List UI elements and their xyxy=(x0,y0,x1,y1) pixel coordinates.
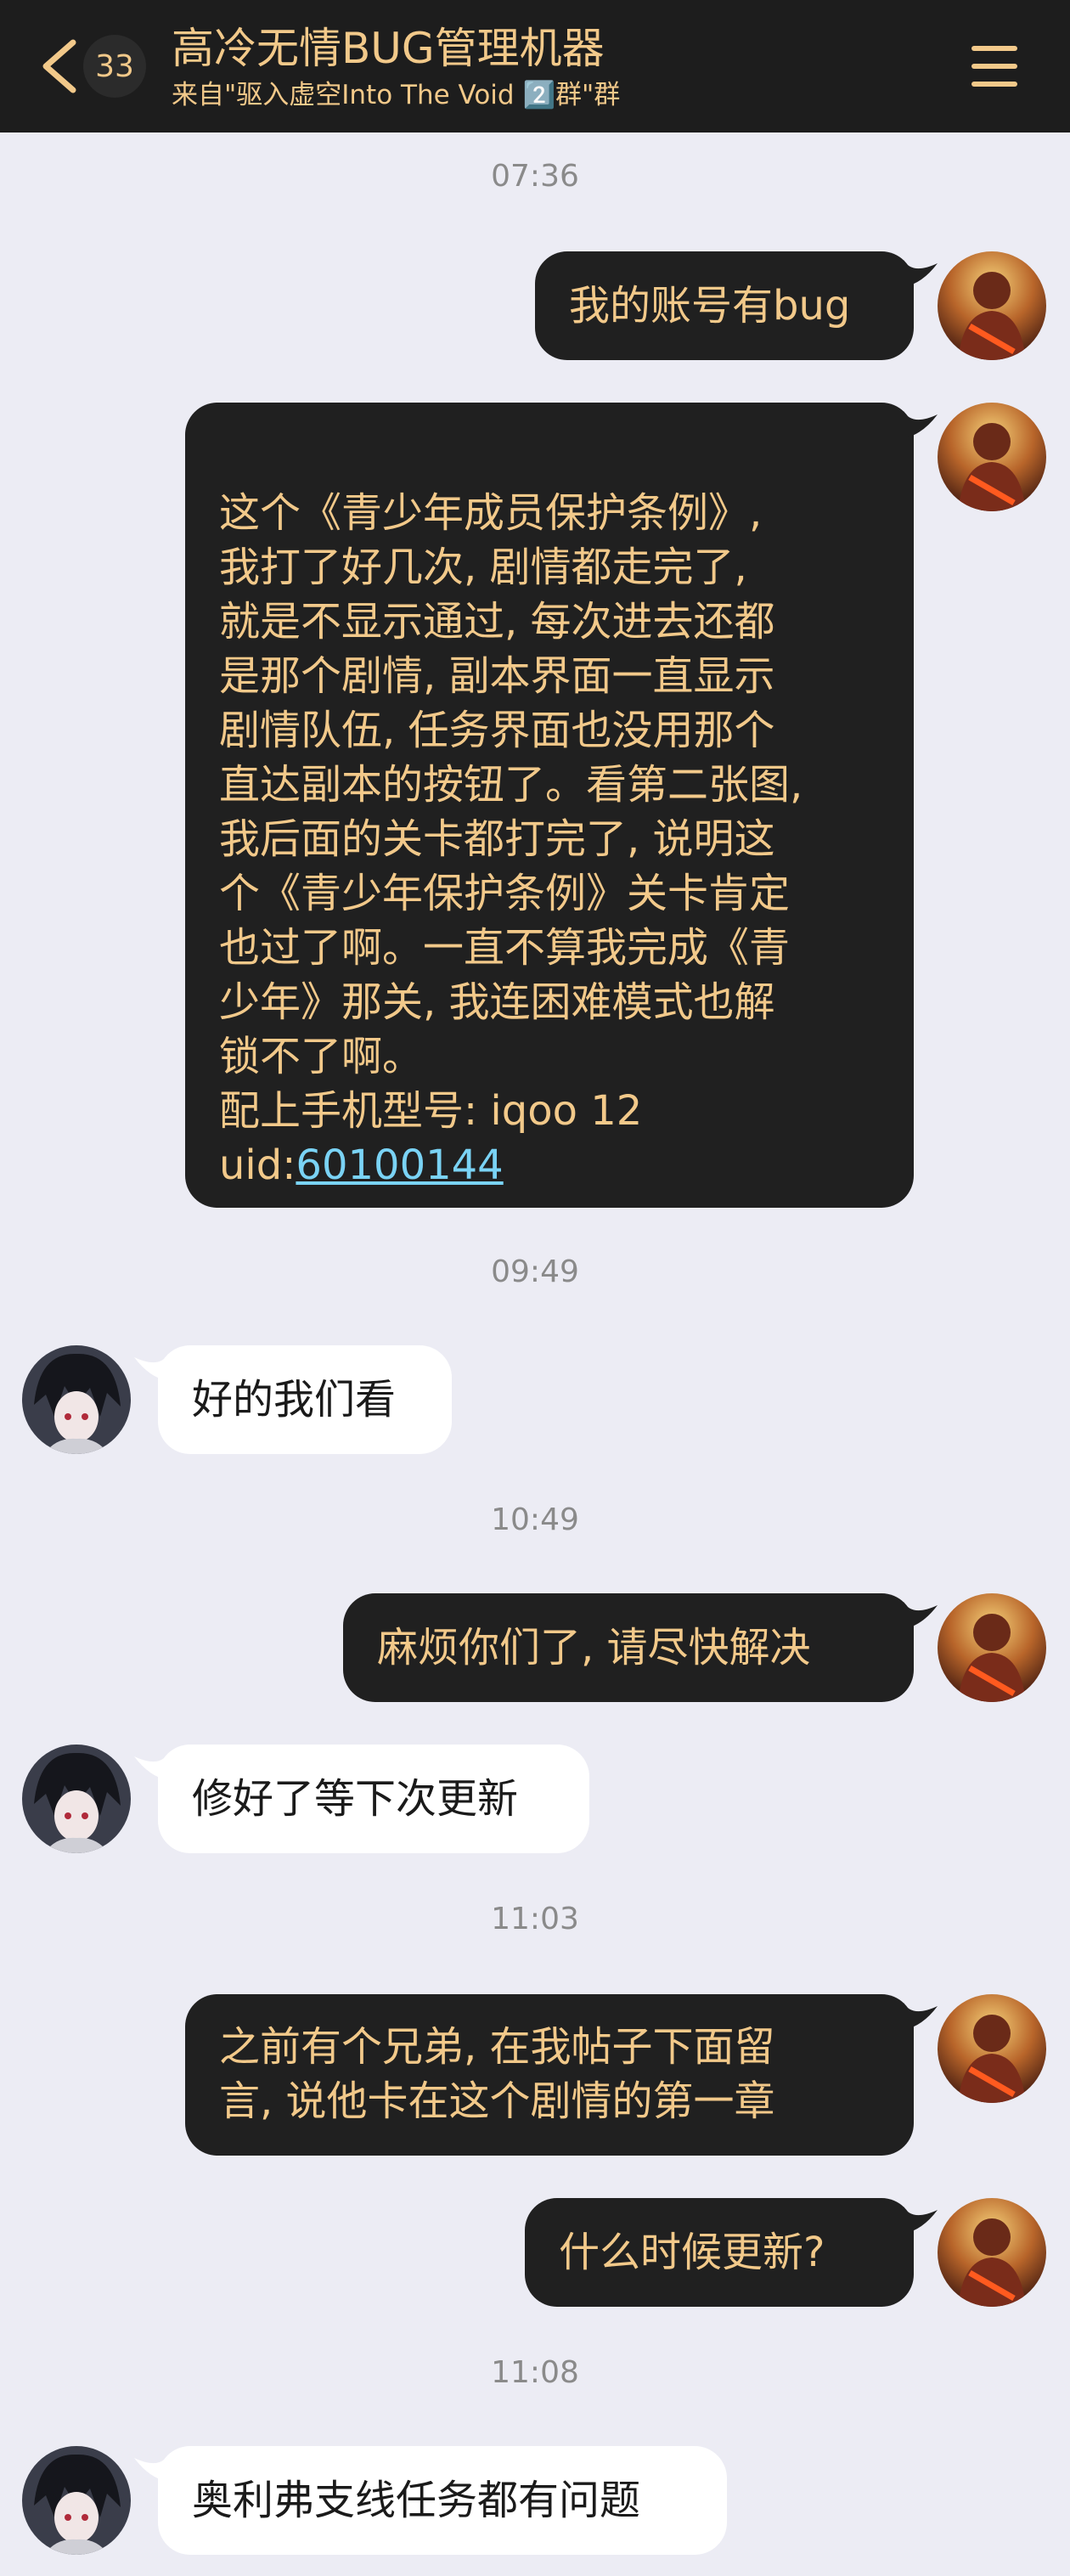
my-avatar[interactable] xyxy=(938,1593,1046,1702)
message-text: 麻烦你们了, 请尽快解决 xyxy=(377,1624,811,1671)
my-avatar[interactable] xyxy=(938,1994,1046,2103)
chat-header: 33 高冷无情BUG管理机器 来自"驱入虚空Into The Void 2️⃣群… xyxy=(0,0,1070,132)
menu-icon[interactable] xyxy=(971,46,1017,87)
outgoing-message[interactable]: 麻烦你们了, 请尽快解决 xyxy=(343,1593,938,1702)
incoming-message[interactable]: 奥利弗支线任务都有问题 xyxy=(134,2446,727,2555)
incoming-message[interactable]: 修好了等下次更新 xyxy=(134,1745,589,1853)
outgoing-message[interactable]: 什么时候更新? xyxy=(525,2198,938,2307)
timestamp: 11:03 xyxy=(491,1902,579,1936)
incoming-message[interactable]: 好的我们看 xyxy=(134,1345,452,1454)
message-text: 之前有个兄弟, 在我帖子下面留 言, 说他卡在这个剧情的第一章 xyxy=(219,2023,775,2125)
message-text: 修好了等下次更新 xyxy=(192,1775,519,1823)
message-text: 这个《青少年成员保护条例》, 我打了好几次, 剧情都走完了, 就是不显示通过, … xyxy=(219,489,803,1189)
outgoing-message[interactable]: 我的账号有bug xyxy=(535,251,938,360)
my-avatar[interactable] xyxy=(938,403,1046,511)
bot-avatar[interactable] xyxy=(22,1345,131,1454)
uid-link[interactable]: 60100144 xyxy=(296,1141,503,1189)
my-avatar[interactable] xyxy=(938,251,1046,360)
my-avatar[interactable] xyxy=(938,2198,1046,2307)
message-text: 好的我们看 xyxy=(192,1376,397,1423)
outgoing-message[interactable]: 之前有个兄弟, 在我帖子下面留 言, 说他卡在这个剧情的第一章 xyxy=(185,1994,938,2156)
chevron-left-icon[interactable] xyxy=(36,37,83,95)
message-text: 什么时候更新? xyxy=(559,2229,825,2276)
timestamp: 07:36 xyxy=(491,159,579,194)
timestamp: 11:08 xyxy=(491,2355,579,2390)
bot-avatar[interactable] xyxy=(22,2446,131,2555)
message-text: 奥利弗支线任务都有问题 xyxy=(192,2477,641,2524)
message-text: 我的账号有bug xyxy=(569,282,851,330)
unread-count-badge[interactable]: 33 xyxy=(83,35,146,98)
outgoing-message[interactable]: 这个《青少年成员保护条例》, 我打了好几次, 剧情都走完了, 就是不显示通过, … xyxy=(185,403,938,1208)
timestamp: 10:49 xyxy=(491,1502,579,1537)
bot-avatar[interactable] xyxy=(22,1745,131,1853)
timestamp: 09:49 xyxy=(491,1254,579,1289)
chat-title: 高冷无情BUG管理机器 xyxy=(172,24,605,73)
chat-subtitle: 来自"驱入虚空Into The Void 2️⃣群"群 xyxy=(172,80,621,110)
